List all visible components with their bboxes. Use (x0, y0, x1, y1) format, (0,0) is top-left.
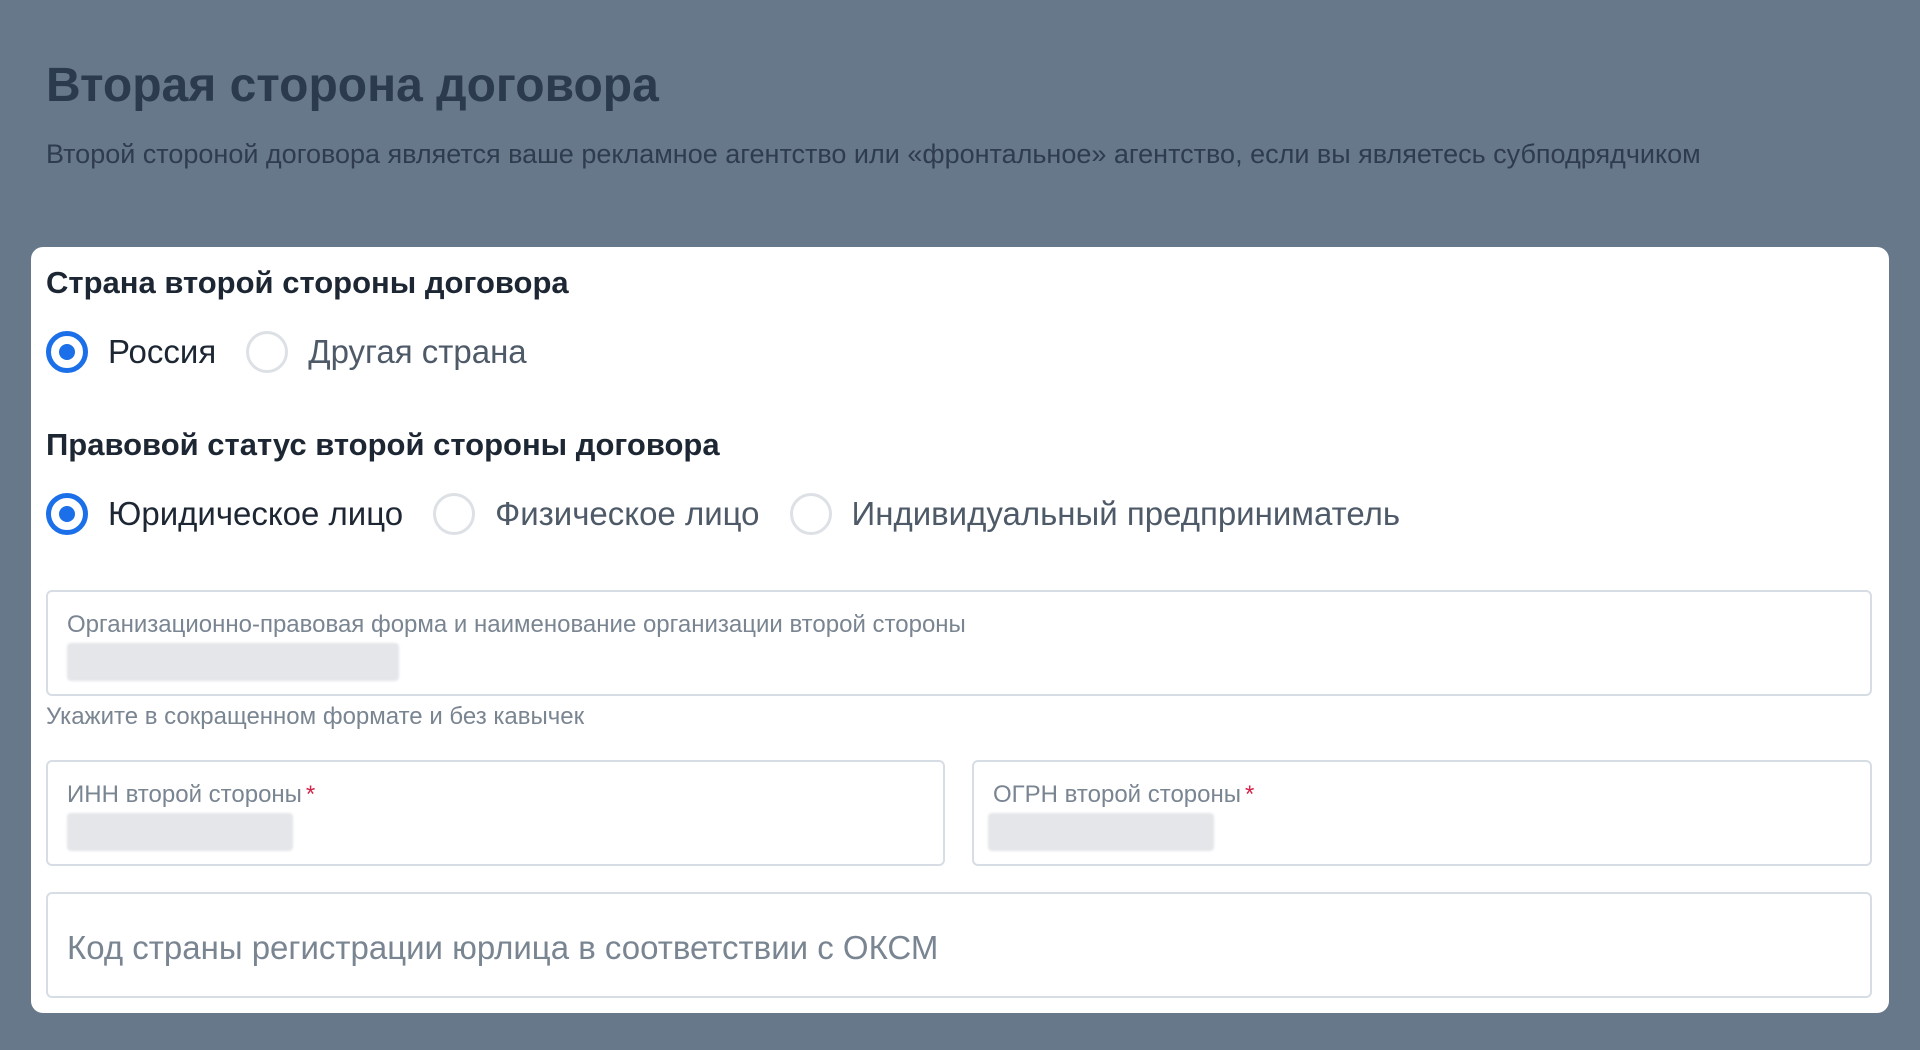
page-subtitle: Второй стороной договора является ваше р… (46, 139, 1701, 169)
ogrn-field[interactable]: ОГРН второй стороны * (972, 760, 1872, 866)
org-name-hint: Укажите в сокращенном формате и без кавы… (46, 703, 585, 730)
inn-field-value[interactable] (67, 813, 293, 851)
page-header: Вторая сторона договора Второй стороной … (46, 50, 1806, 175)
radio-label-individual: Физическое лицо (495, 495, 760, 532)
inn-field[interactable]: ИНН второй стороны * (46, 760, 945, 866)
radio-unchecked-icon[interactable] (789, 493, 832, 535)
legal-status-section-title: Правовой статус второй стороны договора (46, 427, 720, 462)
oksm-code-placeholder: Код страны регистрации юрлица в соответс… (67, 929, 939, 966)
country-radio-group: Россия Другая страна (46, 331, 557, 373)
radio-label-other-country: Другая страна (308, 333, 527, 370)
radio-unchecked-icon[interactable] (246, 331, 289, 373)
radio-option-sole-proprietor[interactable]: Индивидуальный предприниматель (789, 493, 1401, 535)
required-mark: * (1245, 781, 1255, 808)
radio-option-legal-entity[interactable]: Юридическое лицо (46, 493, 403, 535)
radio-label-legal-entity: Юридическое лицо (108, 495, 404, 532)
radio-unchecked-icon[interactable] (433, 493, 476, 535)
required-mark: * (305, 781, 316, 808)
radio-option-individual[interactable]: Физическое лицо (433, 493, 760, 535)
page-title: Вторая сторона договора (46, 59, 659, 112)
country-section-title: Страна второй стороны договора (46, 265, 569, 300)
org-name-field-label: Организационно-правовая форма и наименов… (67, 611, 966, 638)
inn-field-label: ИНН второй стороны * (67, 780, 315, 810)
ogrn-label-text: ОГРН второй стороны (993, 781, 1242, 808)
oksm-code-input[interactable]: Код страны регистрации юрлица в соответс… (46, 892, 1872, 998)
ogrn-field-value[interactable] (988, 813, 1214, 851)
contract-party-form: Страна второй стороны договора Россия Др… (31, 247, 1889, 1013)
inn-label-text: ИНН второй стороны (67, 781, 302, 808)
radio-option-russia[interactable]: Россия (46, 331, 216, 373)
ogrn-field-label: ОГРН второй стороны * (993, 780, 1254, 810)
legal-status-radio-group: Юридическое лицо Физическое лицо Индивид… (46, 493, 1430, 535)
org-name-field-value[interactable] (67, 643, 399, 681)
radio-label-sole-proprietor: Индивидуальный предприниматель (851, 495, 1401, 532)
radio-option-other-country[interactable]: Другая страна (246, 331, 527, 373)
radio-checked-icon[interactable] (46, 493, 88, 535)
org-name-field[interactable]: Организационно-правовая форма и наименов… (46, 590, 1872, 696)
radio-label-russia: Россия (108, 333, 217, 370)
radio-checked-icon[interactable] (46, 331, 88, 373)
